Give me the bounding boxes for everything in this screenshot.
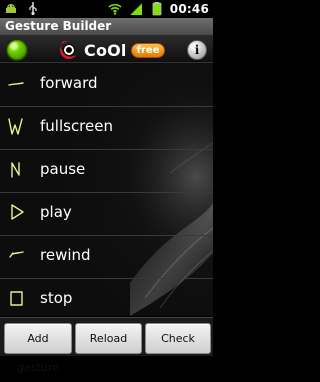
rewind-gesture-icon [9, 251, 24, 258]
status-time: 00:46 [169, 2, 209, 16]
status-right-icons: 00:46 [107, 1, 209, 17]
app-title: Gesture Builder [5, 19, 112, 33]
app-logo: CoOl free [58, 39, 166, 61]
logo-text: CoOl [84, 40, 127, 60]
fullscreen-gesture-icon [8, 118, 23, 135]
android-icon [6, 4, 16, 13]
gesture-label: play [40, 203, 72, 221]
usb-icon [29, 2, 37, 16]
wifi-icon [108, 3, 122, 15]
gesture-label: pause [40, 160, 86, 178]
reload-button[interactable]: Reload [75, 323, 142, 354]
gesture-label: rewind [40, 246, 91, 264]
signal-icon [129, 2, 143, 16]
free-badge: free [130, 42, 166, 58]
info-icon: i [194, 43, 200, 57]
gesture-row[interactable]: fullscreen [0, 106, 213, 150]
gesture-row[interactable]: play [0, 192, 213, 236]
bottom-actionbar: Add gesture Reload Check [0, 317, 213, 374]
status-bar: 00:46 [0, 0, 213, 18]
pause-gesture-icon [11, 162, 20, 178]
gesture-row[interactable]: forward [0, 63, 213, 107]
forward-gesture-icon [8, 82, 24, 86]
stop-gesture-icon [10, 291, 23, 306]
info-button[interactable]: i [187, 40, 207, 60]
app-header: CoOl free i [0, 36, 213, 63]
green-status-button[interactable] [6, 39, 28, 61]
logo-swoosh-icon [60, 40, 77, 59]
app-titlebar: Gesture Builder [0, 18, 213, 36]
gesture-row[interactable]: stop [0, 278, 213, 316]
gesture-row[interactable]: pause [0, 149, 213, 193]
play-gesture-icon [11, 204, 24, 220]
gesture-row[interactable]: rewind [0, 235, 213, 279]
add-gesture-button[interactable]: Add gesture [4, 323, 72, 374]
gesture-label: stop [40, 289, 73, 307]
check-button[interactable]: Check [145, 323, 211, 354]
gesture-label: fullscreen [40, 117, 113, 135]
gesture-label: forward [40, 74, 98, 92]
gesture-list: forward fullscreen pause play rewind sto… [0, 63, 213, 316]
battery-icon [152, 2, 162, 16]
status-left-icons [3, 1, 41, 17]
